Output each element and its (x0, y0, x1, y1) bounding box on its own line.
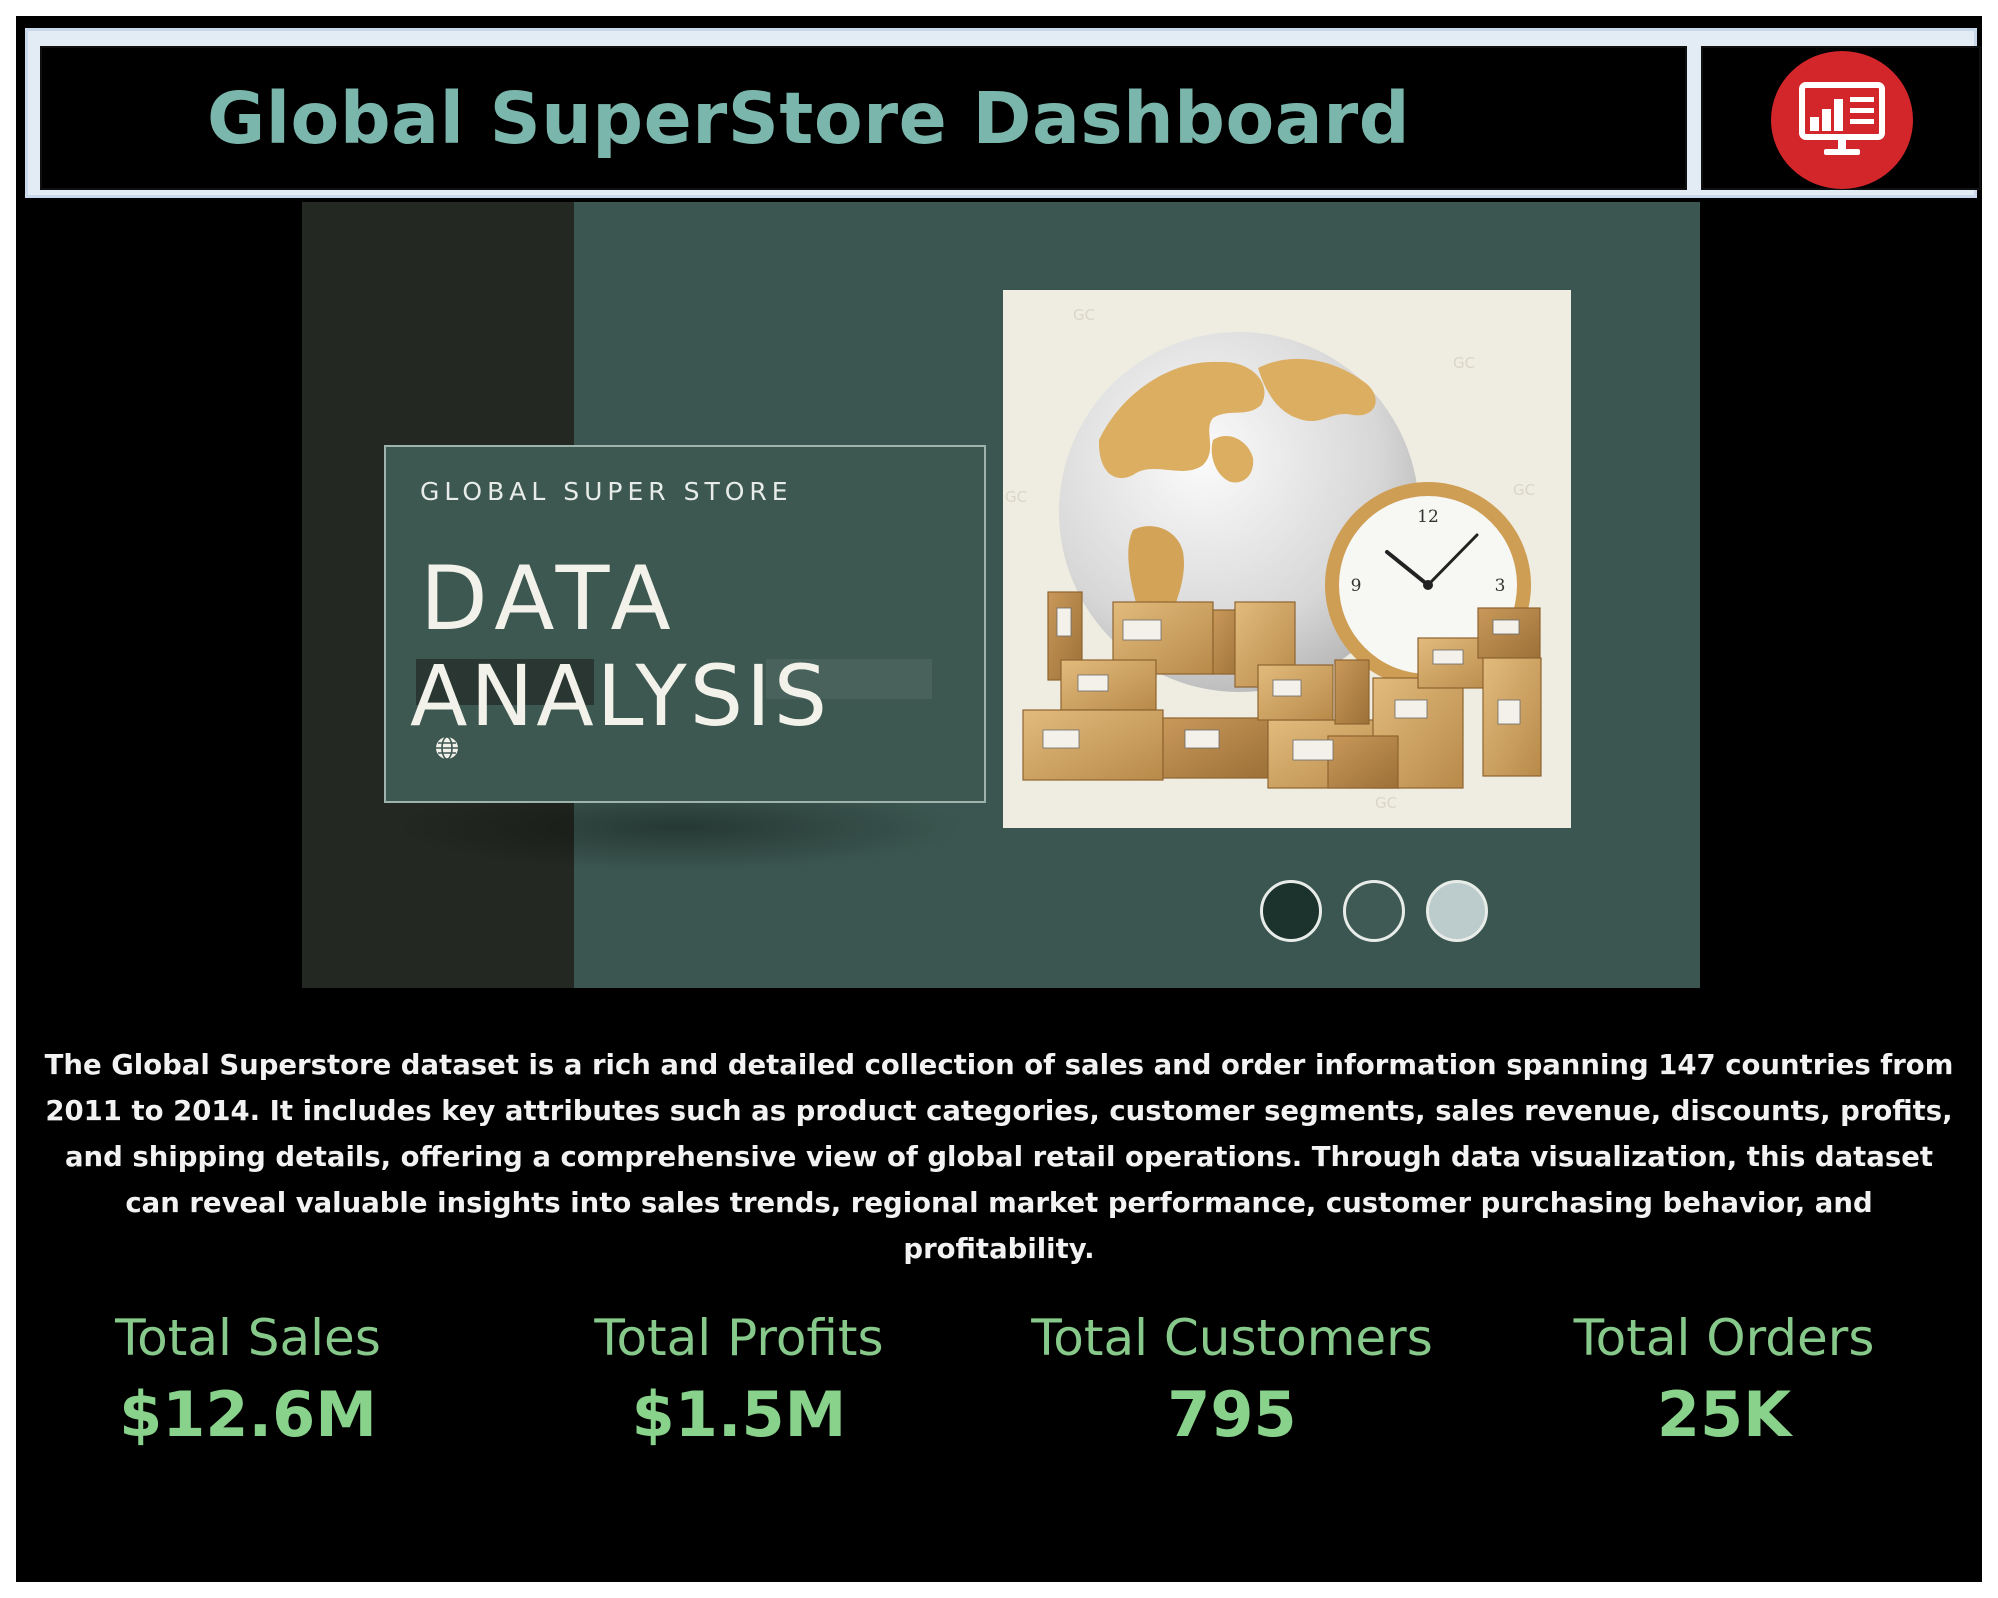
svg-text:GC: GC (1005, 488, 1027, 506)
hero-banner: GLOBAL SUPER STORE DATA ANALYSIS GC GC G… (302, 202, 1700, 988)
svg-text:12: 12 (1417, 507, 1439, 527)
monitor-chart-icon (1771, 51, 1913, 189)
kpi-total-customers: Total Customers 795 (987, 1306, 1477, 1460)
svg-text:GC: GC (1375, 794, 1397, 812)
header-bar: Global SuperStore Dashboard (25, 28, 1981, 198)
page-title: Global SuperStore Dashboard (206, 76, 1411, 160)
banner-kicker: GLOBAL SUPER STORE (420, 477, 793, 506)
kpi-total-sales: Total Sales $12.6M (16, 1306, 493, 1460)
dataset-description: The Global Superstore dataset is a rich … (44, 1049, 1954, 1265)
svg-text:GC: GC (1513, 481, 1535, 499)
svg-text:GC: GC (1073, 306, 1095, 324)
kpi-value: $12.6M (119, 1378, 377, 1451)
banner-text-card: GLOBAL SUPER STORE DATA ANALYSIS (384, 445, 986, 803)
logo-panel (1701, 46, 1981, 190)
kpi-label: Total Customers (1031, 1309, 1433, 1367)
palette-dot-mid (1343, 880, 1405, 942)
kpi-value: 795 (1167, 1378, 1297, 1451)
banner-headline-line1: DATA (420, 547, 679, 650)
palette-dot-dark (1260, 880, 1322, 942)
title-panel: Global SuperStore Dashboard (40, 46, 1687, 190)
globe-icon (436, 736, 458, 760)
kpi-label: Total Orders (1573, 1309, 1875, 1367)
kpi-label: Total Profits (594, 1309, 884, 1367)
svg-text:9: 9 (1351, 576, 1362, 596)
globe-boxes-clock-illustration: GC GC GC GC GC GC 12 3 (1003, 290, 1571, 828)
kpi-value: 25K (1656, 1378, 1792, 1451)
kpi-total-orders: Total Orders 25K (1479, 1306, 1969, 1460)
palette-dot-light (1426, 880, 1488, 942)
svg-text:GC: GC (1453, 354, 1475, 372)
kpi-total-profits: Total Profits $1.5M (494, 1306, 984, 1460)
kpi-label: Total Sales (115, 1309, 381, 1367)
banner-headline-line2: ANALYSIS (410, 647, 831, 745)
dashboard-canvas: Global SuperStore Dashboard GLOBAL SUPER… (16, 16, 1982, 1582)
svg-text:3: 3 (1495, 576, 1506, 596)
kpi-value: $1.5M (631, 1378, 847, 1451)
